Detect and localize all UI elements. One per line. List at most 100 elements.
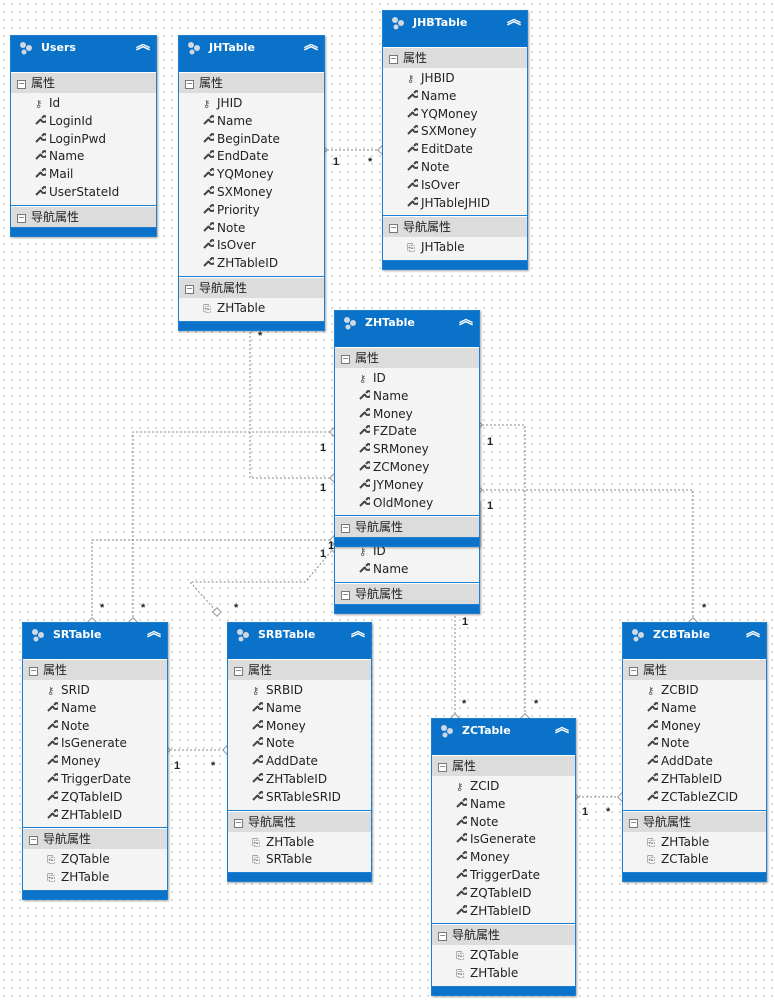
- collapse-section-icon[interactable]: −: [234, 667, 243, 676]
- collapse-section-icon[interactable]: −: [29, 836, 38, 846]
- collapse-section-icon[interactable]: −: [17, 80, 26, 89]
- property-item[interactable]: EditDate: [383, 141, 527, 159]
- property-item[interactable]: ZHTableID: [23, 807, 167, 825]
- property-item[interactable]: TriggerDate: [432, 867, 575, 885]
- property-item[interactable]: ZHTableID: [228, 771, 371, 789]
- entity-header[interactable]: JHTable ︽: [179, 36, 324, 72]
- navigation-item[interactable]: ⎘ SRTable: [228, 851, 371, 869]
- property-item[interactable]: Note: [623, 735, 766, 753]
- entity-header[interactable]: ZHTable ︽: [335, 311, 479, 347]
- collapse-entity-icon[interactable]: ︽: [304, 38, 318, 52]
- property-item[interactable]: Note: [432, 814, 575, 832]
- collapse-section-icon[interactable]: −: [341, 524, 350, 534]
- entity-header[interactable]: Users ︽: [11, 36, 156, 72]
- property-item[interactable]: EndDate: [179, 148, 324, 166]
- collapse-section-icon[interactable]: −: [234, 818, 243, 828]
- property-item[interactable]: IsGenerate: [432, 831, 575, 849]
- property-item[interactable]: AddDate: [228, 753, 371, 771]
- property-item[interactable]: SRMoney: [335, 441, 479, 459]
- properties-section[interactable]: − 属性: [432, 755, 575, 776]
- association-line[interactable]: [91, 539, 334, 622]
- properties-section[interactable]: − 属性: [228, 659, 371, 680]
- property-item[interactable]: SXMoney: [383, 123, 527, 141]
- navigation-section[interactable]: − 导航属性: [383, 216, 527, 238]
- property-item[interactable]: ZCMoney: [335, 459, 479, 477]
- collapse-section-icon[interactable]: −: [185, 284, 194, 294]
- entity-zcbtable[interactable]: ZCBTable ︽ − 属性 ⚷ ZCBID Name Money Note AddDate ZH…: [622, 622, 767, 883]
- property-item[interactable]: UserStateId: [11, 184, 156, 202]
- property-item[interactable]: ⚷ ID: [335, 370, 479, 388]
- collapse-section-icon[interactable]: −: [629, 818, 638, 828]
- properties-section[interactable]: − 属性: [23, 659, 167, 680]
- entity-jhbtable[interactable]: JHBTable ︽ − 属性 ⚷ JHBID Name YQMoney SXMoney Edit…: [382, 10, 528, 271]
- property-item[interactable]: ZHTableID: [432, 903, 575, 921]
- property-item[interactable]: Name: [432, 796, 575, 814]
- property-item[interactable]: Name: [335, 388, 479, 406]
- property-item[interactable]: OldMoney: [335, 495, 479, 513]
- navigation-item[interactable]: ⎘ ZHTable: [228, 834, 371, 852]
- property-item[interactable]: Money: [23, 753, 167, 771]
- navigation-section[interactable]: − 导航属性: [432, 924, 575, 946]
- property-item[interactable]: Note: [228, 735, 371, 753]
- property-item[interactable]: YQMoney: [383, 106, 527, 124]
- property-item[interactable]: Name: [11, 148, 156, 166]
- entity-srtable[interactable]: SRTable ︽ − 属性 ⚷ SRID Name Note IsGenerate Money T…: [22, 622, 168, 900]
- property-item[interactable]: Name: [179, 113, 324, 131]
- property-item[interactable]: AddDate: [623, 753, 766, 771]
- property-item[interactable]: IsGenerate: [23, 735, 167, 753]
- collapse-entity-icon[interactable]: ︽: [351, 625, 365, 639]
- property-item[interactable]: Priority: [179, 202, 324, 220]
- collapse-section-icon[interactable]: −: [341, 355, 350, 364]
- property-item[interactable]: ZQTableID: [23, 789, 167, 807]
- property-item[interactable]: ⚷ SRID: [23, 682, 167, 700]
- collapse-entity-icon[interactable]: ︽: [136, 38, 150, 52]
- navigation-item[interactable]: ⎘ ZHTable: [432, 965, 575, 983]
- properties-section[interactable]: − 属性: [623, 659, 766, 680]
- property-item[interactable]: Name: [335, 561, 479, 579]
- navigation-item[interactable]: ⎘ ZCTable: [623, 851, 766, 869]
- property-item[interactable]: Name: [383, 88, 527, 106]
- property-item[interactable]: ⚷ JHID: [179, 95, 324, 113]
- property-item[interactable]: Note: [23, 718, 167, 736]
- collapse-section-icon[interactable]: −: [341, 590, 350, 600]
- association-line[interactable]: [188, 547, 335, 613]
- entity-header[interactable]: ZCTable ︽: [432, 719, 575, 755]
- association-line[interactable]: [478, 424, 526, 718]
- entity-jhtable[interactable]: JHTable ︽ − 属性 ⚷ JHID Name BeginDate EndDate YQMo…: [178, 35, 325, 331]
- property-item[interactable]: ZHTableID: [623, 771, 766, 789]
- entity-header[interactable]: SRTable ︽: [23, 623, 167, 659]
- navigation-section[interactable]: − 导航属性: [228, 810, 371, 832]
- entity-zctable[interactable]: ZCTable ︽ − 属性 ⚷ ZCID Name Note IsGenerate Money T…: [431, 718, 576, 996]
- property-item[interactable]: Name: [23, 700, 167, 718]
- navigation-section[interactable]: − 导航属性: [23, 828, 167, 850]
- collapse-section-icon[interactable]: −: [17, 213, 26, 223]
- property-item[interactable]: JHTableJHID: [383, 195, 527, 213]
- property-item[interactable]: ⚷ SRBID: [228, 682, 371, 700]
- entity-header[interactable]: ZCBTable ︽: [623, 623, 766, 659]
- property-item[interactable]: Mail: [11, 166, 156, 184]
- association-line[interactable]: [249, 323, 334, 479]
- property-item[interactable]: LoginPwd: [11, 131, 156, 149]
- entity-zhtable[interactable]: ZHTable ︽ − 属性 ⚷ ID Name Money FZDate SRMoney ZCMo…: [334, 310, 480, 548]
- entity-header[interactable]: JHBTable ︽: [383, 11, 527, 47]
- collapse-section-icon[interactable]: −: [185, 80, 194, 89]
- collapse-section-icon[interactable]: −: [629, 667, 638, 676]
- properties-section[interactable]: − 属性: [179, 72, 324, 93]
- property-item[interactable]: ZQTableID: [432, 885, 575, 903]
- collapse-entity-icon[interactable]: ︽: [746, 625, 760, 639]
- collapse-entity-icon[interactable]: ︽: [147, 625, 161, 639]
- properties-section[interactable]: − 属性: [11, 72, 156, 93]
- navigation-item[interactable]: ⎘ ZHTable: [179, 300, 324, 318]
- navigation-item[interactable]: ⎘ ZQTable: [23, 851, 167, 869]
- navigation-item[interactable]: ⎘ ZQTable: [432, 947, 575, 965]
- property-item[interactable]: ZHTableID: [179, 255, 324, 273]
- property-item[interactable]: Note: [179, 220, 324, 238]
- property-item[interactable]: ⚷ ZCID: [432, 778, 575, 796]
- property-item[interactable]: Name: [623, 700, 766, 718]
- property-item[interactable]: LoginId: [11, 113, 156, 131]
- property-item[interactable]: SRTableSRID: [228, 789, 371, 807]
- collapse-section-icon[interactable]: −: [389, 224, 398, 234]
- property-item[interactable]: Note: [383, 159, 527, 177]
- collapse-section-icon[interactable]: −: [389, 55, 398, 64]
- property-item[interactable]: FZDate: [335, 423, 479, 441]
